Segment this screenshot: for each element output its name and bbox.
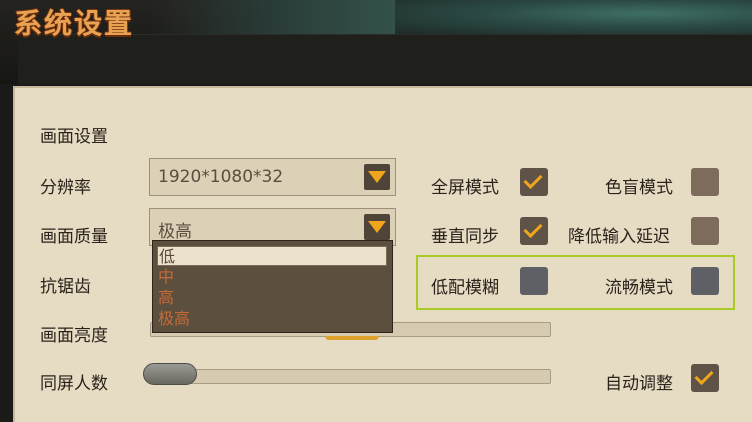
quality-option[interactable]: 低 [157, 246, 387, 266]
section-title: 画面设置 [40, 127, 108, 147]
low-latency-label: 降低输入延迟 [568, 227, 670, 247]
quality-option[interactable]: 高 [157, 288, 387, 308]
quality-option[interactable]: 中 [157, 267, 387, 287]
window-header: 系统设置 [0, 0, 752, 84]
vsync-checkbox[interactable] [520, 217, 548, 245]
vsync-label: 垂直同步 [431, 227, 499, 247]
antialias-label: 抗锯齿 [40, 277, 91, 297]
quality-options-list: 低 中 高 极高 [152, 240, 393, 333]
auto-adjust-label: 自动调整 [605, 374, 673, 394]
quality-value: 极高 [158, 222, 192, 242]
colorblind-label: 色盲模式 [605, 178, 673, 198]
same-screen-slider-knob[interactable] [143, 363, 197, 385]
same-screen-slider[interactable] [150, 369, 551, 384]
resolution-label: 分辨率 [40, 178, 91, 198]
fullscreen-checkbox[interactable] [520, 168, 548, 196]
dropdown-arrow-icon [368, 221, 386, 233]
header-art [150, 0, 400, 34]
header-art-dragon [395, 0, 752, 34]
same-screen-label: 同屏人数 [40, 374, 108, 394]
brightness-label: 画面亮度 [40, 326, 108, 346]
resolution-dropdown[interactable]: 1920*1080*32 [149, 158, 396, 196]
window-title: 系统设置 [14, 7, 135, 40]
auto-adjust-checkbox[interactable] [691, 364, 719, 392]
brightness-slider-knob[interactable] [325, 336, 379, 340]
highlight-frame [416, 255, 735, 310]
dropdown-arrow-icon [368, 171, 386, 183]
quality-label: 画面质量 [40, 227, 108, 247]
resolution-dropdown-button[interactable] [364, 164, 390, 190]
low-latency-checkbox[interactable] [691, 217, 719, 245]
colorblind-checkbox[interactable] [691, 168, 719, 196]
quality-dropdown-button[interactable] [364, 214, 390, 240]
quality-option[interactable]: 极高 [157, 309, 387, 329]
resolution-value: 1920*1080*32 [158, 167, 284, 187]
fullscreen-label: 全屏模式 [431, 178, 499, 198]
